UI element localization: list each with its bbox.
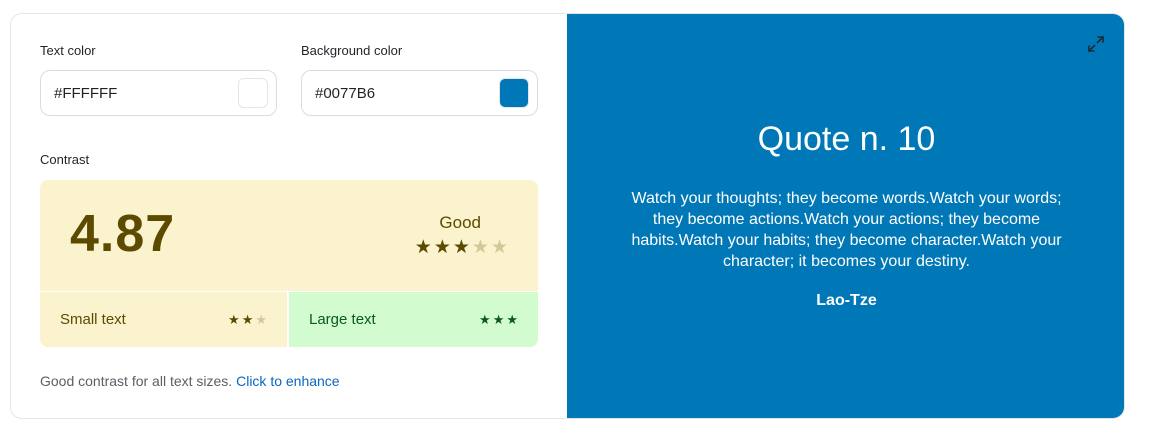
enhance-link[interactable]: Click to enhance: [236, 373, 340, 389]
text-color-swatch[interactable]: [238, 78, 268, 108]
star-empty-icon: ★: [255, 312, 267, 327]
large-text-label: Large text: [309, 311, 376, 328]
contrast-summary: 4.87 Good ★ ★ ★ ★ ★: [40, 180, 538, 291]
preview-panel: Quote n. 10 Watch your thoughts; they be…: [567, 14, 1124, 418]
star-filled-icon: ★: [433, 237, 451, 258]
star-filled-icon: ★: [479, 312, 491, 327]
quote-title: Quote n. 10: [757, 120, 936, 158]
star-filled-icon: ★: [452, 237, 470, 258]
text-color-label: Text color: [40, 43, 96, 58]
star-empty-icon: ★: [471, 237, 489, 258]
contrast-ratio: 4.87: [70, 205, 176, 263]
text-color-field[interactable]: #FFFFFF: [40, 70, 277, 116]
star-empty-icon: ★: [490, 237, 508, 258]
star-filled-icon: ★: [241, 312, 254, 327]
text-color-value[interactable]: #FFFFFF: [54, 85, 117, 102]
small-text-stars: ★ ★ ★: [228, 312, 267, 328]
quote-author: Lao-Tze: [816, 292, 877, 309]
large-text-rating: Large text ★ ★ ★: [289, 292, 538, 347]
contrast-stars: ★ ★ ★ ★ ★: [415, 236, 508, 259]
contrast-result: 4.87 Good ★ ★ ★ ★ ★ Small text ★ ★ ★ Large tex…: [40, 180, 538, 347]
contrast-note: Good contrast for all text sizes. Click …: [40, 373, 340, 389]
controls-panel: Text color #FFFFFF Background color #007…: [11, 14, 567, 418]
background-color-swatch[interactable]: [499, 78, 529, 108]
contrast-label: Contrast: [40, 152, 90, 167]
contrast-checker-card: Text color #FFFFFF Background color #007…: [10, 13, 1125, 419]
star-filled-icon: ★: [492, 312, 505, 327]
small-text-label: Small text: [60, 311, 126, 328]
star-filled-icon: ★: [506, 312, 518, 327]
small-text-rating: Small text ★ ★ ★: [40, 292, 287, 347]
quote-text: Watch your thoughts; they become words.W…: [631, 190, 1062, 270]
background-color-label: Background color: [301, 43, 403, 58]
large-text-stars: ★ ★ ★: [479, 312, 518, 328]
contrast-rating: Good: [439, 213, 481, 232]
background-color-field[interactable]: #0077B6: [301, 70, 538, 116]
star-filled-icon: ★: [228, 312, 240, 327]
contrast-note-text: Good contrast for all text sizes.: [40, 373, 233, 389]
background-color-value[interactable]: #0077B6: [315, 85, 375, 102]
expand-icon[interactable]: [1086, 34, 1106, 54]
star-filled-icon: ★: [414, 237, 432, 258]
